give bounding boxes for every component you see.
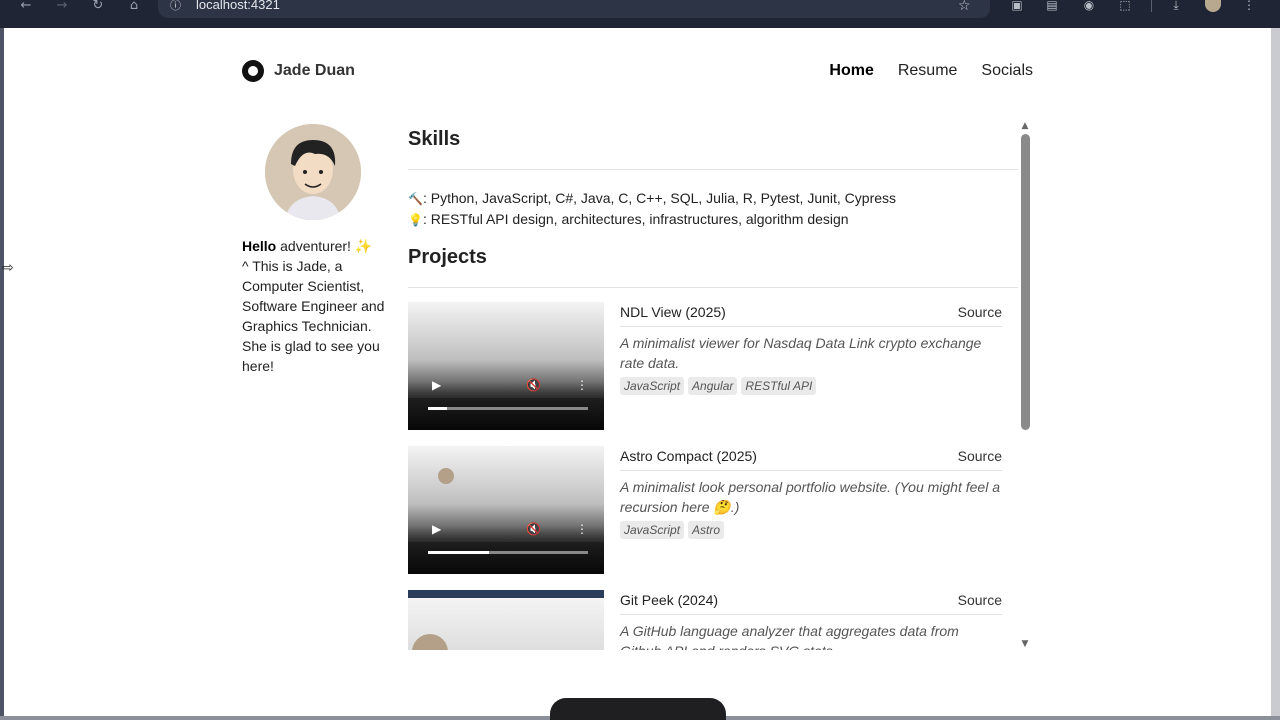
profile-bio: Hello adventurer! ✨ ^ This is Jade, a Co… — [242, 236, 390, 376]
brand-name: Jade Duan — [274, 62, 355, 79]
project-video[interactable]: ▶ 🔇 ⋮ — [408, 446, 604, 574]
nav-home[interactable]: Home — [829, 62, 873, 80]
project-source-link[interactable]: Source — [958, 448, 1002, 464]
skills-ideas: 💡: RESTful API design, architectures, in… — [408, 209, 1018, 230]
project-description: A minimalist viewer for Nasdaq Data Link… — [620, 335, 982, 371]
project-tags: JavaScript Angular RESTful API — [620, 377, 1002, 395]
screenshot-icon[interactable]: ◉ — [1081, 0, 1097, 11]
project-video[interactable]: ▶ 🔇 ⋮ — [408, 302, 604, 430]
profile-avatar — [265, 124, 361, 220]
back-icon[interactable]: ← — [18, 0, 34, 12]
browser-toolbar: ← → ↻ ⌂ ⓘ localhost:4321 ☆ ▣ ▤ ◉ ⬚ ⤓ ⋮ — [0, 0, 1280, 28]
project-card: ▶ 🔇 ⋮ NDL View (2025) Source A minimalis… — [408, 302, 1002, 430]
scrollbar-thumb[interactable] — [1021, 134, 1030, 430]
puzzle-icon[interactable]: ⬚ — [1117, 0, 1133, 11]
project-header: Git Peek (2024) Source — [620, 590, 1002, 615]
project-title[interactable]: Astro Compact (2025) — [620, 448, 757, 464]
site-info-icon[interactable]: ⓘ — [170, 0, 181, 11]
project-body: Git Peek (2024) Source A GitHub language… — [620, 590, 1002, 650]
project-body: Astro Compact (2025) Source A minimalist… — [620, 446, 1002, 539]
menu-kebab-icon[interactable]: ⋮ — [1241, 0, 1257, 11]
project-source-link[interactable]: Source — [958, 304, 1002, 320]
cursor-icon: ⇨ — [2, 260, 14, 276]
main-scroll-area[interactable]: Skills 🔨: Python, JavaScript, C#, Java, … — [408, 122, 1020, 650]
tag: RESTful API — [741, 377, 817, 395]
play-icon[interactable]: ▶ — [432, 522, 441, 536]
tag: Angular — [688, 377, 738, 395]
bio-hello: Hello — [242, 238, 277, 254]
skills-tools-text: : Python, JavaScript, C#, Java, C, C++, … — [422, 190, 897, 206]
skills-title: Skills — [408, 128, 461, 150]
video-progress[interactable] — [428, 407, 588, 410]
brand-logo-icon — [242, 60, 264, 82]
nav-resume[interactable]: Resume — [898, 62, 958, 80]
lightbulb-icon: 💡 — [408, 213, 423, 227]
download-icon[interactable]: ⤓ — [1168, 0, 1184, 11]
nav-socials[interactable]: Socials — [981, 62, 1033, 80]
project-tags: JavaScript Astro — [620, 521, 1002, 539]
forward-icon[interactable]: → — [54, 0, 70, 12]
project-title[interactable]: NDL View (2025) — [620, 304, 726, 320]
more-options-icon[interactable]: ⋮ — [576, 522, 588, 536]
bookmark-star-icon[interactable]: ☆ — [958, 0, 971, 14]
projects-title: Projects — [408, 246, 487, 268]
address-bar[interactable] — [158, 0, 990, 18]
hammer-icon: 🔨 — [408, 192, 423, 206]
project-header: Astro Compact (2025) Source — [620, 446, 1002, 471]
tag: JavaScript — [620, 377, 685, 395]
play-icon[interactable]: ▶ — [432, 378, 441, 392]
top-nav: Home Resume Socials — [829, 62, 1033, 80]
profile-avatar-icon[interactable] — [1205, 0, 1221, 12]
divider — [408, 169, 1018, 170]
preview-avatar — [438, 468, 454, 484]
project-source-link[interactable]: Source — [958, 592, 1002, 608]
floating-toolbar[interactable] — [550, 698, 726, 720]
extension-icon[interactable]: ▣ — [1009, 0, 1025, 11]
extension-icon[interactable]: ▤ — [1044, 0, 1060, 11]
reload-icon[interactable]: ↻ — [90, 0, 106, 12]
scroll-up-arrow-icon[interactable]: ▲ — [1020, 122, 1030, 131]
skills-tools: 🔨: Python, JavaScript, C#, Java, C, C++,… — [408, 188, 1018, 209]
toolbar-divider — [1151, 0, 1152, 12]
scroll-down-arrow-icon[interactable]: ▼ — [1020, 640, 1030, 649]
project-title[interactable]: Git Peek (2024) — [620, 592, 718, 608]
project-card: ▶ 🔇 ⋮ Astro Compact (2025) Source A mini… — [408, 446, 1002, 574]
window-edge-right — [1271, 28, 1280, 720]
url-text[interactable]: localhost:4321 — [196, 0, 280, 12]
project-video[interactable] — [408, 590, 604, 650]
project-description: A minimalist look personal portfolio web… — [620, 479, 1000, 515]
project-description: A GitHub language analyzer that aggregat… — [620, 623, 959, 650]
project-body: NDL View (2025) Source A minimalist view… — [620, 302, 1002, 395]
mute-icon[interactable]: 🔇 — [526, 378, 541, 392]
more-options-icon[interactable]: ⋮ — [576, 378, 588, 392]
video-progress-fill — [428, 407, 448, 410]
video-progress-fill — [428, 551, 489, 554]
video-progress[interactable] — [428, 551, 588, 554]
tag: JavaScript — [620, 521, 685, 539]
bio-line-2: She is glad to see you here! — [242, 338, 380, 374]
bio-line-1: ^ This is Jade, a Computer Scientist, So… — [242, 258, 385, 334]
bio-hello-rest: adventurer! ✨ — [276, 238, 373, 254]
tag: Astro — [688, 521, 725, 539]
mute-icon[interactable]: 🔇 — [526, 522, 541, 536]
home-icon[interactable]: ⌂ — [126, 0, 142, 12]
brand[interactable]: Jade Duan — [242, 60, 355, 82]
project-header: NDL View (2025) Source — [620, 302, 1002, 327]
divider — [408, 287, 1018, 288]
project-card: Git Peek (2024) Source A GitHub language… — [408, 590, 1002, 650]
window-edge-left — [0, 28, 4, 720]
skills-ideas-text: : RESTful API design, architectures, inf… — [422, 211, 849, 227]
